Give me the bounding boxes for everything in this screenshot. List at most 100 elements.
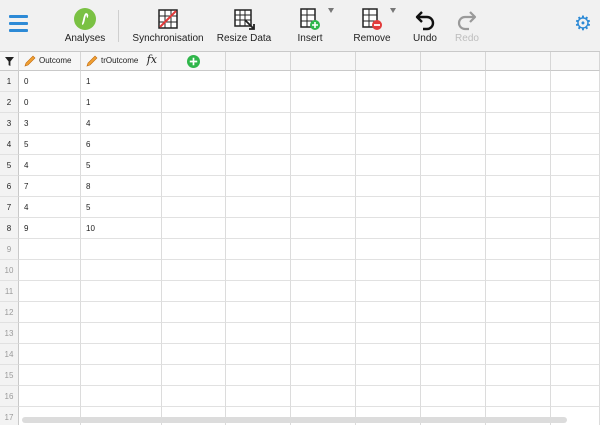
cell-outcome[interactable]: 7 [19, 176, 81, 197]
cell-empty[interactable] [421, 134, 486, 155]
cell-empty[interactable] [356, 176, 421, 197]
row-number[interactable]: 15 [0, 365, 19, 386]
synchronisation-button[interactable]: Synchronisation [128, 0, 208, 51]
cell-empty[interactable] [486, 92, 551, 113]
cell-empty[interactable] [291, 113, 356, 134]
cell-empty[interactable] [551, 197, 600, 218]
column-header-empty[interactable] [551, 52, 600, 71]
cell-empty[interactable] [421, 218, 486, 239]
cell-empty[interactable] [226, 197, 291, 218]
cell-empty[interactable] [486, 134, 551, 155]
cell-troutcome[interactable] [81, 302, 162, 323]
cell-empty[interactable] [356, 281, 421, 302]
cell-empty[interactable] [486, 239, 551, 260]
cell-empty[interactable] [356, 239, 421, 260]
cell-empty[interactable] [551, 71, 600, 92]
cell-empty[interactable] [162, 365, 226, 386]
row-number[interactable]: 3 [0, 113, 19, 134]
cell-empty[interactable] [162, 281, 226, 302]
cell-empty[interactable] [421, 176, 486, 197]
cell-outcome[interactable]: 3 [19, 113, 81, 134]
cell-empty[interactable] [226, 155, 291, 176]
cell-troutcome[interactable]: 5 [81, 197, 162, 218]
cell-empty[interactable] [291, 197, 356, 218]
cell-troutcome[interactable] [81, 281, 162, 302]
row-number[interactable]: 11 [0, 281, 19, 302]
cell-empty[interactable] [162, 71, 226, 92]
cell-outcome[interactable]: 4 [19, 155, 81, 176]
cell-empty[interactable] [226, 323, 291, 344]
column-header-empty[interactable] [226, 52, 291, 71]
cell-empty[interactable] [551, 344, 600, 365]
cell-empty[interactable] [551, 239, 600, 260]
cell-empty[interactable] [162, 260, 226, 281]
cell-empty[interactable] [226, 239, 291, 260]
resize-data-button[interactable]: Resize Data [212, 0, 276, 51]
cell-troutcome[interactable]: 5 [81, 155, 162, 176]
cell-empty[interactable] [486, 323, 551, 344]
cell-empty[interactable] [551, 176, 600, 197]
filter-header[interactable] [0, 52, 19, 71]
cell-empty[interactable] [486, 260, 551, 281]
cell-empty[interactable] [356, 323, 421, 344]
cell-outcome[interactable]: 5 [19, 134, 81, 155]
cell-empty[interactable] [421, 92, 486, 113]
cell-empty[interactable] [486, 176, 551, 197]
cell-empty[interactable] [486, 71, 551, 92]
cell-empty[interactable] [356, 386, 421, 407]
column-header-outcome[interactable]: Outcome [19, 52, 81, 71]
cell-empty[interactable] [162, 344, 226, 365]
cell-empty[interactable] [421, 239, 486, 260]
cell-outcome[interactable] [19, 344, 81, 365]
cell-empty[interactable] [421, 155, 486, 176]
row-number[interactable]: 6 [0, 176, 19, 197]
cell-empty[interactable] [421, 302, 486, 323]
cell-empty[interactable] [291, 239, 356, 260]
cell-empty[interactable] [551, 92, 600, 113]
cell-empty[interactable] [356, 113, 421, 134]
cell-empty[interactable] [421, 197, 486, 218]
cell-empty[interactable] [162, 176, 226, 197]
remove-button[interactable]: Remove [348, 0, 396, 51]
cell-empty[interactable] [421, 113, 486, 134]
cell-empty[interactable] [291, 155, 356, 176]
cell-empty[interactable] [291, 302, 356, 323]
cell-empty[interactable] [226, 386, 291, 407]
row-number[interactable]: 16 [0, 386, 19, 407]
cell-empty[interactable] [356, 134, 421, 155]
cell-troutcome[interactable]: 10 [81, 218, 162, 239]
cell-outcome[interactable] [19, 323, 81, 344]
cell-troutcome[interactable] [81, 386, 162, 407]
row-number[interactable]: 14 [0, 344, 19, 365]
cell-outcome[interactable]: 9 [19, 218, 81, 239]
cell-troutcome[interactable]: 8 [81, 176, 162, 197]
cell-empty[interactable] [226, 71, 291, 92]
cell-empty[interactable] [162, 92, 226, 113]
cell-empty[interactable] [226, 365, 291, 386]
redo-button[interactable]: Redo [448, 0, 486, 51]
cell-empty[interactable] [291, 344, 356, 365]
cell-empty[interactable] [291, 365, 356, 386]
cell-empty[interactable] [226, 344, 291, 365]
row-number[interactable]: 17 [0, 407, 19, 425]
cell-outcome[interactable] [19, 260, 81, 281]
row-number[interactable]: 10 [0, 260, 19, 281]
row-number[interactable]: 1 [0, 71, 19, 92]
cell-empty[interactable] [421, 386, 486, 407]
cell-empty[interactable] [551, 302, 600, 323]
cell-empty[interactable] [486, 197, 551, 218]
cell-empty[interactable] [486, 386, 551, 407]
cell-empty[interactable] [551, 323, 600, 344]
cell-outcome[interactable] [19, 239, 81, 260]
cell-troutcome[interactable]: 1 [81, 92, 162, 113]
row-number[interactable]: 13 [0, 323, 19, 344]
analyses-button[interactable]: Analyses [58, 0, 112, 51]
cell-outcome[interactable] [19, 281, 81, 302]
row-number[interactable]: 9 [0, 239, 19, 260]
cell-empty[interactable] [291, 386, 356, 407]
cell-empty[interactable] [356, 302, 421, 323]
cell-empty[interactable] [291, 323, 356, 344]
cell-outcome[interactable] [19, 365, 81, 386]
cell-empty[interactable] [291, 281, 356, 302]
cell-empty[interactable] [291, 176, 356, 197]
